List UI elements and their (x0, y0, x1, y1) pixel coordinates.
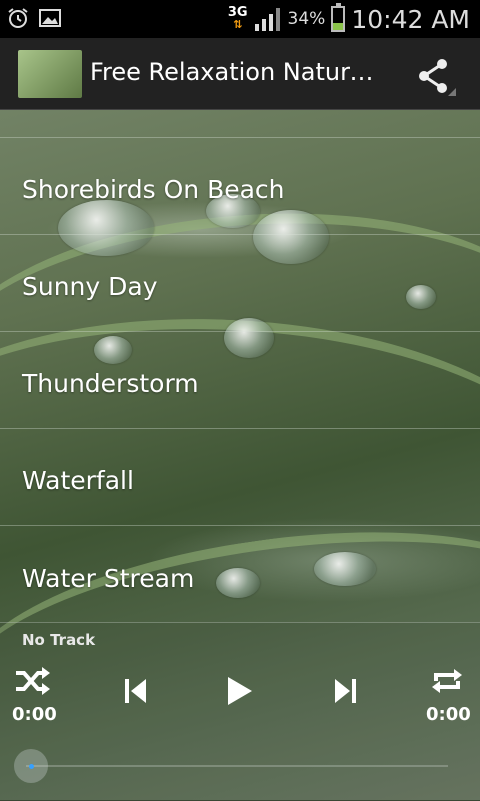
list-item-shorebirds-on-beach[interactable]: Shorebirds On Beach (0, 138, 480, 235)
total-time: 0:00 (426, 704, 471, 725)
app-title: Free Relaxation Nature Sounds (90, 58, 380, 86)
next-icon[interactable] (333, 678, 357, 704)
seek-thumb[interactable] (14, 749, 48, 783)
list-item-label: Waterfall (22, 466, 134, 495)
list-item-thunderstorm[interactable]: Thunderstorm (0, 332, 480, 429)
share-icon[interactable] (412, 56, 456, 96)
clock: 10:42 AM (351, 4, 470, 34)
play-icon[interactable] (226, 676, 254, 706)
list-item[interactable] (0, 110, 480, 138)
repeat-icon[interactable] (430, 667, 464, 695)
track-title: No Track (22, 631, 96, 649)
seek-bar[interactable] (26, 765, 448, 767)
data-activity-icon: ⇅ (233, 18, 243, 31)
list-item-waterfall[interactable]: Waterfall (0, 429, 480, 526)
sound-list: Shorebirds On Beach Sunny Day Thundersto… (0, 110, 480, 623)
player-panel: No Track (0, 622, 480, 801)
battery-percent: 34% (287, 9, 326, 29)
shuffle-icon[interactable] (14, 667, 50, 695)
list-item-water-stream[interactable]: Water Stream (0, 526, 480, 623)
network-indicator: 3G ⇅ (228, 6, 248, 31)
list-item-label: Water Stream (22, 564, 195, 593)
status-bar: 3G ⇅ 34% 10:42 AM (0, 0, 480, 38)
battery-icon (331, 3, 346, 32)
signal-icon (254, 8, 280, 31)
alarm-icon (8, 8, 28, 28)
list-item-label: Sunny Day (22, 272, 158, 301)
list-item-label: Shorebirds On Beach (22, 175, 285, 204)
list-item-label: Thunderstorm (22, 369, 199, 398)
previous-icon[interactable] (124, 678, 148, 704)
app-icon[interactable] (18, 50, 82, 98)
image-icon (39, 9, 61, 27)
action-bar: Free Relaxation Nature Sounds (0, 38, 480, 110)
elapsed-time: 0:00 (12, 704, 57, 725)
list-item-sunny-day[interactable]: Sunny Day (0, 235, 480, 332)
